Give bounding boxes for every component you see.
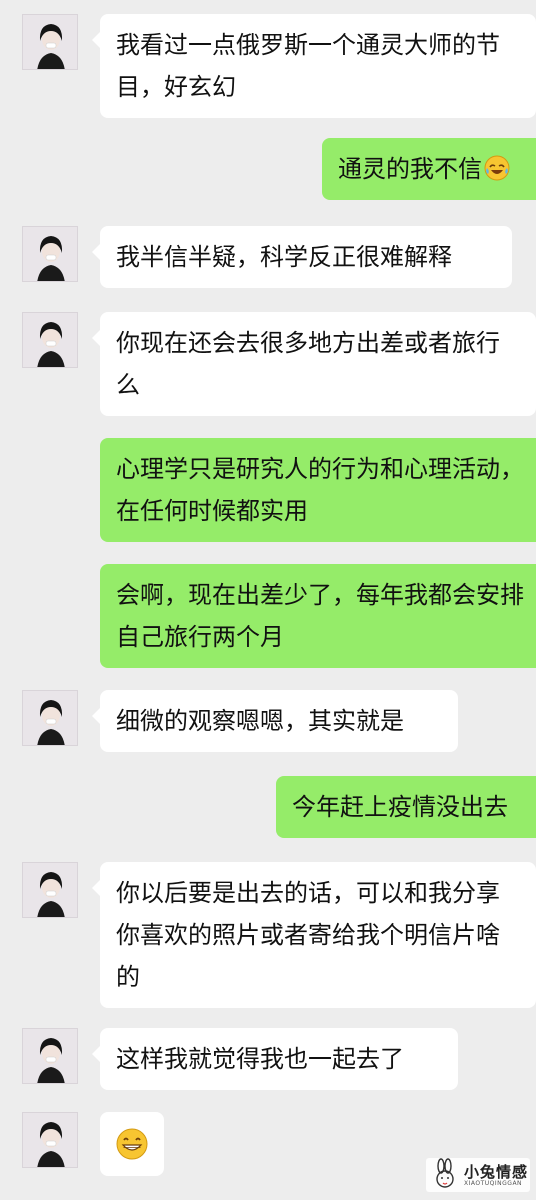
message-bubble-incoming[interactable]: 我半信半疑，科学反正很难解释 — [92, 226, 512, 288]
message-bubble-outgoing[interactable]: 心理学只是研究人的行为和心理活动，在任何时候都实用 — [100, 438, 536, 542]
watermark-logo: 小兔情感 XIAOTUQINGGAN — [426, 1158, 530, 1192]
message-bubble-outgoing[interactable]: 今年赶上疫情没出去 — [276, 776, 536, 838]
avatar-portrait-icon — [23, 863, 77, 917]
message-bubble-emoji[interactable] — [100, 1112, 164, 1176]
avatar[interactable] — [22, 862, 78, 918]
message-bubble-incoming[interactable]: 这样我就觉得我也一起去了 — [92, 1028, 458, 1090]
message-bubble-incoming[interactable]: 你以后要是出去的话，可以和我分享你喜欢的照片或者寄给我个明信片啥的 — [92, 862, 536, 1008]
laugh-cry-emoji-icon — [484, 155, 510, 181]
avatar-portrait-icon — [23, 691, 77, 745]
avatar-portrait-icon — [23, 15, 77, 69]
message-bubble-incoming[interactable]: 你现在还会去很多地方出差或者旅行么 — [92, 312, 536, 416]
message-bubble-outgoing[interactable]: 会啊，现在出差少了，每年我都会安排自己旅行两个月 — [100, 564, 536, 668]
avatar[interactable] — [22, 1112, 78, 1168]
watermark-title: 小兔情感 — [464, 1163, 529, 1181]
avatar[interactable] — [22, 226, 78, 282]
avatar-portrait-icon — [23, 227, 77, 281]
watermark-subtitle: XIAOTUQINGGAN — [464, 1180, 523, 1187]
avatar[interactable] — [22, 690, 78, 746]
avatar-portrait-icon — [23, 1113, 77, 1167]
message-text: 通灵的我不信 — [338, 155, 482, 183]
avatar[interactable] — [22, 312, 78, 368]
message-bubble-incoming[interactable]: 我看过一点俄罗斯一个通灵大师的节目，好玄幻 — [92, 14, 536, 118]
rabbit-logo-icon — [436, 1158, 454, 1188]
message-bubble-outgoing[interactable]: 通灵的我不信 — [322, 138, 536, 200]
message-bubble-incoming[interactable]: 细微的观察嗯嗯，其实就是 — [92, 690, 458, 752]
avatar-portrait-icon — [23, 1029, 77, 1083]
avatar-portrait-icon — [23, 313, 77, 367]
avatar[interactable] — [22, 1028, 78, 1084]
grinning-emoji-icon — [116, 1128, 148, 1160]
avatar[interactable] — [22, 14, 78, 70]
